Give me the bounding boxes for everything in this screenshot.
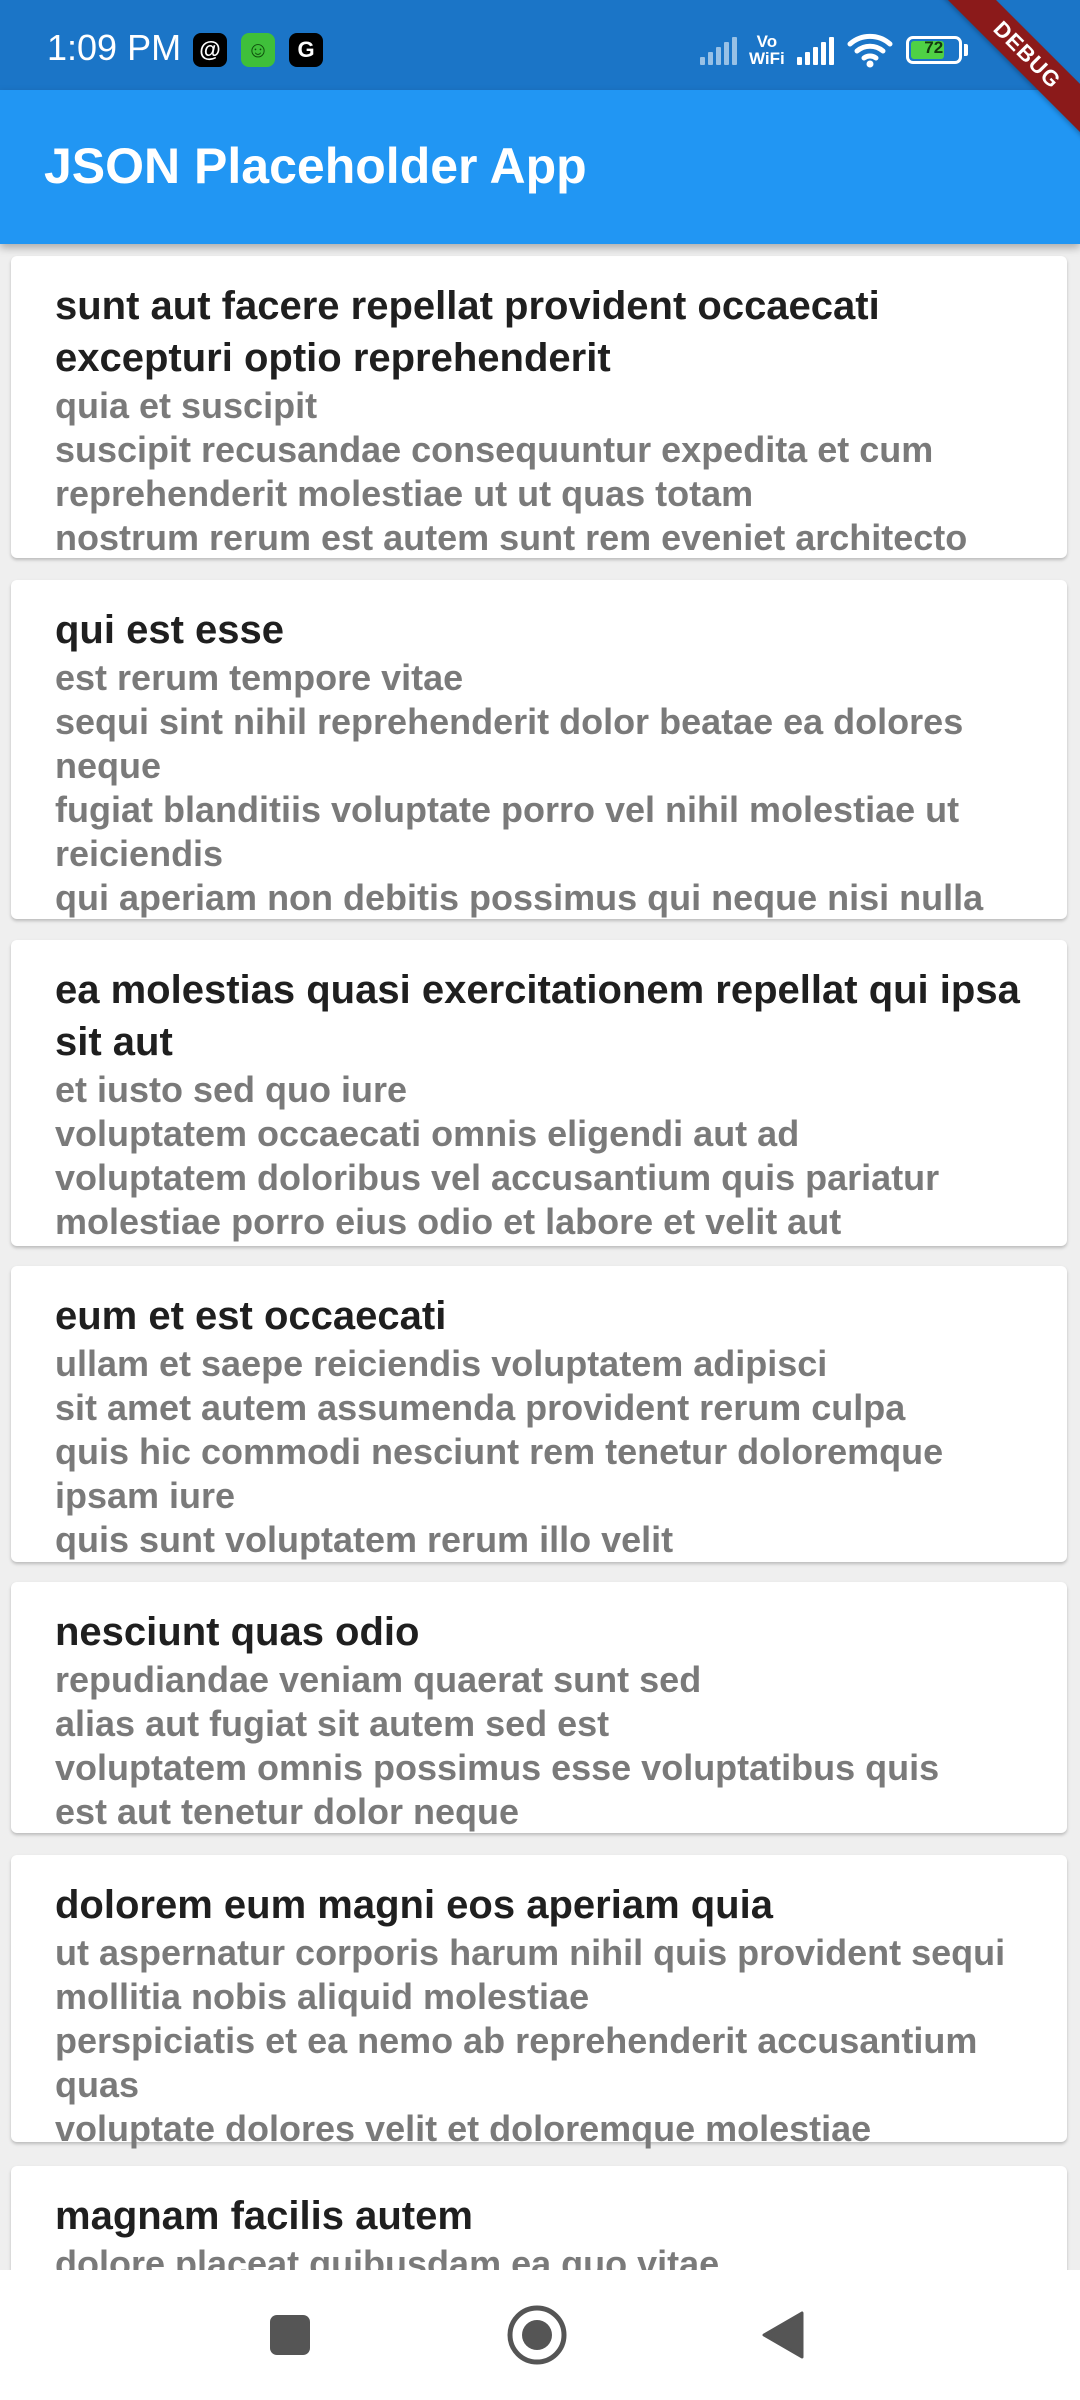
post-body: dolore placeat quibusdam ea quo vitae [55,2243,720,2270]
vowifi-line2: WiFi [749,49,785,68]
vowifi-icon: Vo WiFi [749,33,785,67]
status-time: 1:09 PM [47,27,182,68]
battery-icon: 72 [905,36,962,64]
android-robot-icon: ☺ [241,33,275,67]
back-button[interactable] [718,2270,848,2400]
google-icon: G [289,33,323,67]
post-card[interactable]: nesciunt quas odio repudiandae veniam qu… [11,1582,1067,1833]
threads-icon: @ [193,33,227,67]
battery-tip [963,44,968,56]
post-title: magnam facilis autem [55,2194,473,2238]
post-card[interactable]: magnam facilis autem dolore placeat quib… [11,2166,1067,2270]
post-body: ut aspernatur corporis harum nihil quis … [55,1932,1006,2149]
post-body: est rerum tempore vitae sequi sint nihil… [55,657,984,918]
post-title: dolorem eum magni eos aperiam quia [55,1883,773,1927]
post-title: qui est esse [55,608,285,652]
post-card[interactable]: dolorem eum magni eos aperiam quia ut as… [11,1855,1067,2149]
post-body: quia et suscipit suscipit recusandae con… [55,385,968,558]
battery-level: 72 [924,38,944,57]
app-title: JSON Placeholder App [44,138,587,194]
cell-signal-icon [700,35,737,65]
home-button[interactable] [472,2270,602,2400]
back-triangle-icon [762,2311,804,2359]
post-title: sunt aut facere repellat provident occae… [55,284,880,380]
cell-signal-icon-2 [796,35,834,65]
post-body: et iusto sed quo iure voluptatem occaeca… [55,1069,940,1242]
post-body: repudiandae veniam quaerat sunt sed alia… [55,1659,940,1832]
post-title: eum et est occaecati [55,1294,447,1338]
post-title: nesciunt quas odio [55,1610,420,1654]
post-title: ea molestias quasi exercitationem repell… [55,968,1020,1064]
post-card[interactable]: sunt aut facere repellat provident occae… [11,256,1067,558]
wifi-icon [847,33,893,68]
system-indicators: Vo WiFi 72 [700,30,968,70]
recents-square-icon [270,2315,310,2355]
post-list[interactable]: sunt aut facere repellat provident occae… [0,244,1080,2270]
notification-icons: @ ☺ G [193,33,323,67]
post-card[interactable]: qui est esse est rerum tempore vitae seq… [11,580,1067,919]
post-card[interactable]: eum et est occaecati ullam et saepe reic… [11,1266,1067,1562]
app-bar: JSON Placeholder App [0,90,1080,244]
recents-button[interactable] [225,2270,355,2400]
post-body: ullam et saepe reiciendis voluptatem adi… [55,1343,944,1560]
vowifi-line1: Vo [756,32,778,51]
status-bar: 1:09 PM @ ☺ G Vo WiFi 72 [0,0,1080,90]
post-card[interactable]: ea molestias quasi exercitationem repell… [11,940,1067,1246]
home-circle-icon [507,2305,567,2365]
system-nav-bar [0,2270,1080,2400]
